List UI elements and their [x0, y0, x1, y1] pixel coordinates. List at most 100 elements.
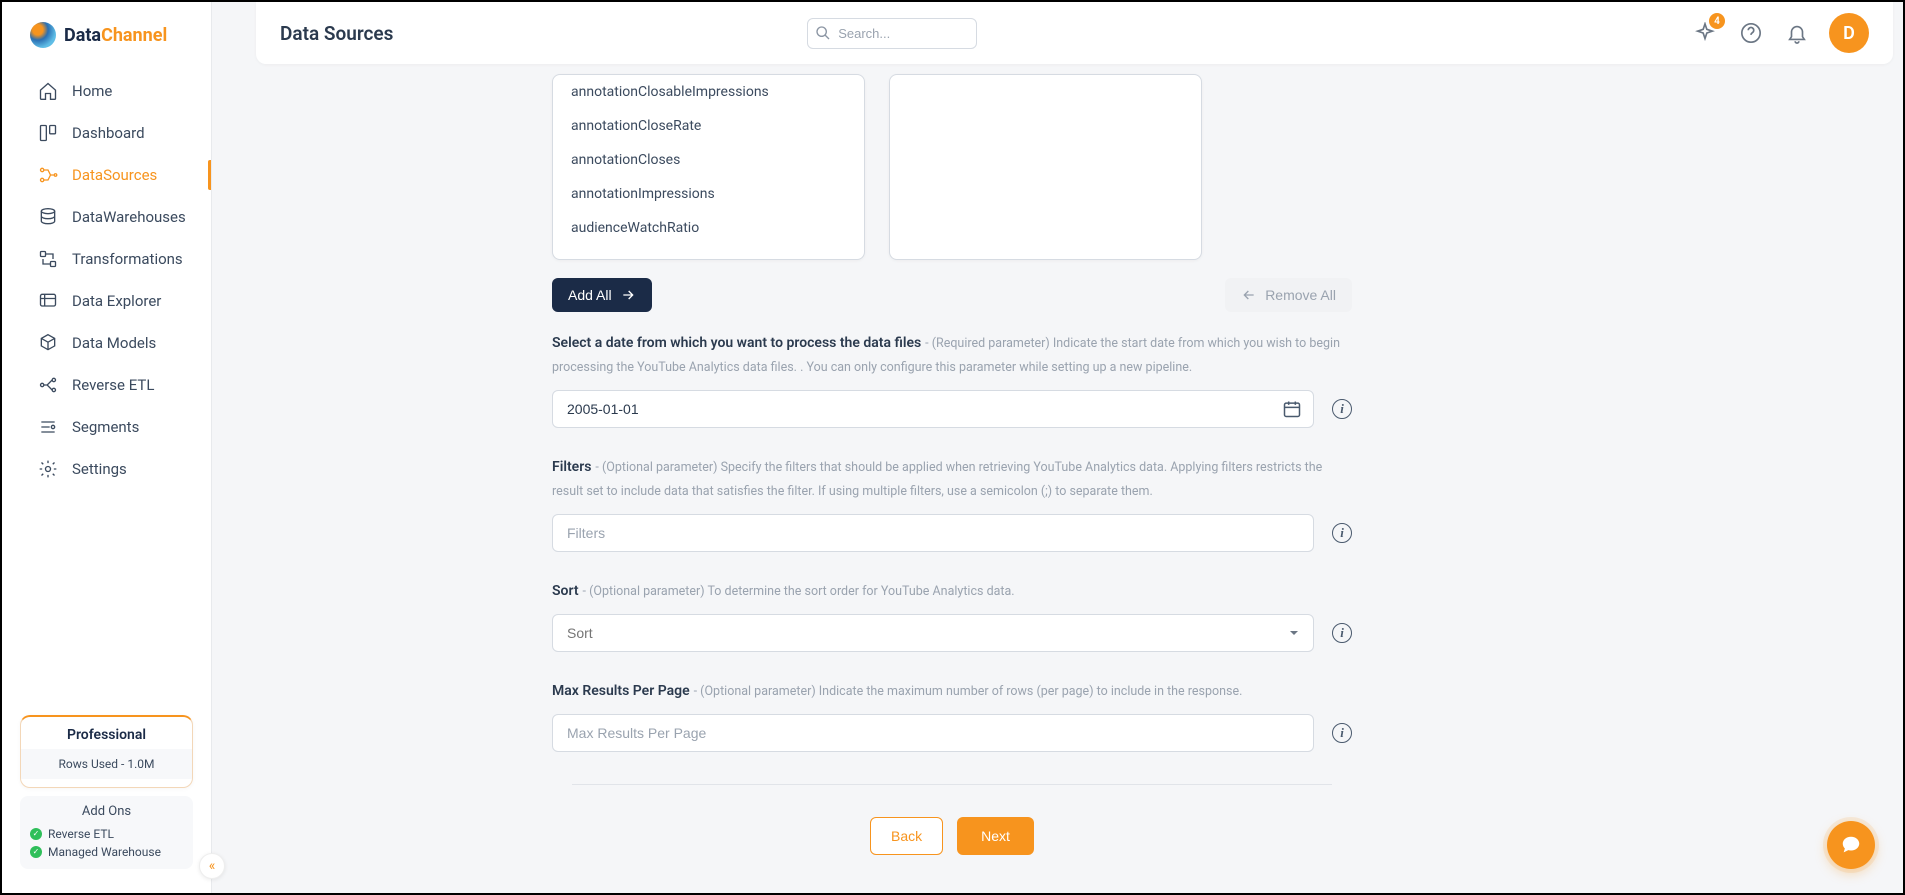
nav-datamodels[interactable]: Data Models [2, 322, 211, 364]
arrow-left-icon [1241, 287, 1257, 303]
nav-dashboard[interactable]: Dashboard [2, 112, 211, 154]
selected-metrics-list[interactable] [889, 74, 1202, 260]
list-item[interactable]: annotationClosableImpressions [553, 75, 864, 109]
home-icon [38, 81, 58, 101]
addons-title: Add Ons [30, 804, 183, 819]
field-desc: - (Optional parameter) Indicate the maxi… [694, 684, 1243, 699]
filters-input[interactable] [552, 514, 1314, 552]
sidebar: DataChannel Home Dashboard DataSources D… [2, 2, 212, 893]
list-item[interactable]: audienceWatchRatio [553, 211, 864, 245]
search-wrap [807, 18, 977, 49]
models-icon [38, 333, 58, 353]
field-desc: - (Optional parameter) To determine the … [583, 584, 1015, 599]
field-label: Max Results Per Page [552, 683, 690, 699]
sparkle-button[interactable]: 4 [1691, 19, 1719, 47]
nav-label: DataSources [72, 166, 157, 184]
max-results-input[interactable] [552, 714, 1314, 752]
help-icon [1740, 22, 1762, 44]
logo-text: DataChannel [64, 25, 167, 46]
nav-dataexplorer[interactable]: Data Explorer [2, 280, 211, 322]
addon-reverseetl: ✓ Reverse ETL [30, 825, 183, 843]
nav-label: Reverse ETL [72, 376, 154, 394]
info-icon[interactable]: i [1332, 399, 1352, 419]
plan-title: Professional [21, 727, 192, 743]
help-button[interactable] [1737, 19, 1765, 47]
nav-label: Home [72, 82, 112, 100]
nav-label: Settings [72, 460, 127, 478]
field-max-results: Max Results Per Page - (Optional paramet… [552, 678, 1352, 752]
add-all-button[interactable]: Add All [552, 278, 652, 312]
avatar[interactable]: D [1829, 13, 1869, 53]
notification-badge: 4 [1709, 13, 1725, 29]
start-date-input[interactable] [552, 390, 1314, 428]
field-desc: - (Optional parameter) Specify the filte… [552, 460, 1322, 499]
back-button[interactable]: Back [870, 817, 943, 855]
bell-button[interactable] [1783, 19, 1811, 47]
warehouse-icon [38, 207, 58, 227]
segments-icon [38, 417, 58, 437]
nav-segments[interactable]: Segments [2, 406, 211, 448]
addons-card: Add Ons ✓ Reverse ETL ✓ Managed Warehous… [20, 796, 193, 869]
page-title: Data Sources [280, 22, 393, 45]
logo[interactable]: DataChannel [2, 2, 211, 60]
logo-icon [30, 22, 56, 48]
nav-label: Data Explorer [72, 292, 161, 310]
sort-select[interactable] [552, 614, 1314, 652]
bell-icon [1786, 22, 1808, 44]
search-icon [815, 25, 831, 41]
check-icon: ✓ [30, 828, 42, 840]
list-item[interactable]: annotationCloseRate [553, 109, 864, 143]
nav-label: Data Models [72, 334, 156, 352]
remove-all-button[interactable]: Remove All [1225, 278, 1352, 312]
search-input[interactable] [807, 18, 977, 49]
list-item[interactable]: annotationCloses [553, 143, 864, 177]
info-icon[interactable]: i [1332, 623, 1352, 643]
nav: Home Dashboard DataSources DataWarehouse… [2, 60, 211, 715]
nav-datasources[interactable]: DataSources [2, 154, 211, 196]
divider [572, 784, 1332, 785]
chevron-down-icon [1286, 625, 1302, 641]
available-metrics-list[interactable]: annotationClosableImpressions annotation… [552, 74, 865, 260]
next-button[interactable]: Next [957, 817, 1034, 855]
form-area: annotationClosableImpressions annotation… [272, 74, 1202, 855]
collapse-sidebar-button[interactable]: « [199, 853, 225, 879]
top-actions: 4 D [1691, 13, 1869, 53]
reverseetl-icon [38, 375, 58, 395]
info-icon[interactable]: i [1332, 723, 1352, 743]
field-label: Filters [552, 459, 591, 475]
field-label: Select a date from which you want to pro… [552, 335, 921, 351]
field-filters: Filters - (Optional parameter) Specify t… [552, 454, 1352, 552]
topbar: Data Sources 4 D [256, 2, 1893, 64]
addon-managed-warehouse: ✓ Managed Warehouse [30, 843, 183, 861]
settings-icon [38, 459, 58, 479]
nav-label: Transformations [72, 250, 183, 268]
field-start-date: Select a date from which you want to pro… [552, 330, 1352, 428]
plan-card[interactable]: Professional Rows Used - 1.0M [20, 715, 193, 788]
nav-transformations[interactable]: Transformations [2, 238, 211, 280]
explorer-icon [38, 291, 58, 311]
field-label: Sort [552, 583, 579, 599]
nav-label: DataWarehouses [72, 208, 186, 226]
nav-label: Dashboard [72, 124, 145, 142]
nav-datawarehouses[interactable]: DataWarehouses [2, 196, 211, 238]
info-icon[interactable]: i [1332, 523, 1352, 543]
arrow-right-icon [620, 287, 636, 303]
content: annotationClosableImpressions annotation… [212, 64, 1903, 893]
list-item[interactable]: annotationImpressions [553, 177, 864, 211]
chevron-left-icon: « [209, 858, 216, 874]
nav-settings[interactable]: Settings [2, 448, 211, 490]
check-icon: ✓ [30, 846, 42, 858]
chat-icon [1840, 834, 1862, 856]
calendar-icon[interactable] [1282, 399, 1302, 419]
field-sort: Sort - (Optional parameter) To determine… [552, 578, 1352, 652]
dashboard-icon [38, 123, 58, 143]
chat-fab[interactable] [1827, 821, 1875, 869]
sidebar-footer: Professional Rows Used - 1.0M Add Ons ✓ … [2, 715, 211, 893]
nav-home[interactable]: Home [2, 70, 211, 112]
main: Data Sources 4 D [212, 2, 1903, 893]
nav-reverseetl[interactable]: Reverse ETL [2, 364, 211, 406]
datasources-icon [38, 165, 58, 185]
nav-label: Segments [72, 418, 139, 436]
transform-icon [38, 249, 58, 269]
plan-rows: Rows Used - 1.0M [21, 749, 192, 779]
